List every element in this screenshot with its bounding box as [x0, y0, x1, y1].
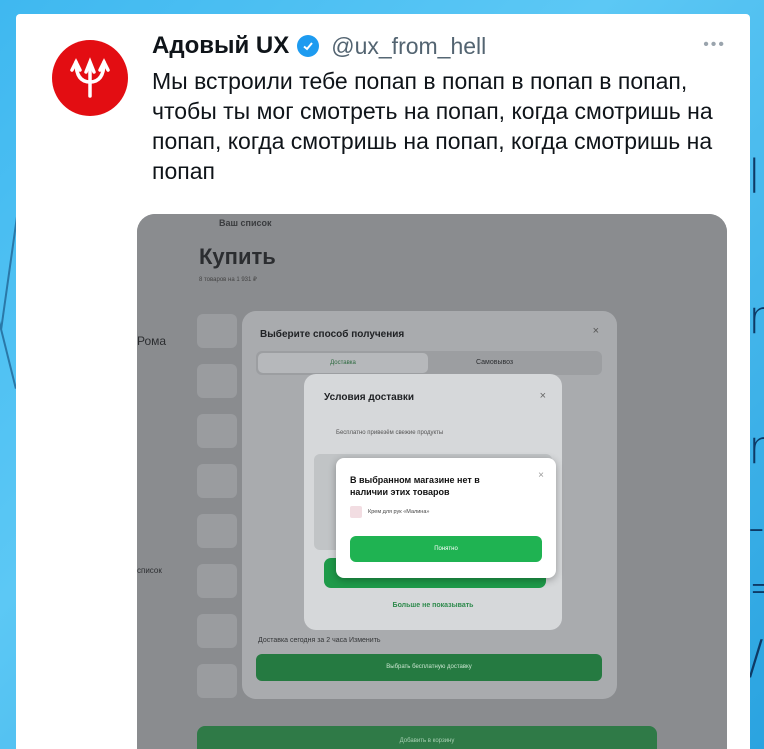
page-subtitle: 8 товаров на 1 931 ₽ — [199, 277, 257, 283]
background-glyph: = — [748, 560, 764, 614]
breadcrumb: Ваш список — [219, 218, 272, 228]
popup-title: Выберите способ получения — [260, 329, 405, 340]
tab-pickup[interactable]: Самовывоз — [476, 351, 513, 375]
background-glyph: - — [748, 500, 764, 554]
left-label: список — [137, 566, 162, 575]
tweet-header: Адовый UX @ux_from_hell — [152, 32, 486, 60]
add-to-cart-button[interactable]: Добавить в корзину — [197, 726, 657, 749]
ok-button[interactable]: Понятно — [350, 536, 542, 562]
choose-free-delivery-button[interactable]: Выбрать бесплатную доставку — [256, 654, 602, 681]
tweet-text: Мы встроили тебе попап в попап в попап в… — [152, 68, 713, 184]
trident-icon — [70, 57, 110, 98]
background-glyph: / — [748, 630, 764, 684]
product-thumb — [197, 614, 237, 648]
product-thumb — [197, 364, 237, 398]
delivery-info: Доставка сегодня за 2 часа Изменить — [258, 637, 381, 644]
product-thumb — [197, 564, 237, 598]
background-glyph: r — [748, 420, 764, 474]
avatar[interactable] — [52, 40, 128, 116]
verified-badge-icon — [297, 35, 320, 57]
attached-screenshot[interactable]: Ваш список Купить 8 товаров на 1 931 ₽ Р… — [137, 214, 727, 749]
close-icon[interactable]: × — [593, 325, 599, 337]
background-glyph: r — [748, 290, 764, 344]
author-handle[interactable]: @ux_from_hell — [331, 33, 486, 60]
tab-delivery[interactable]: Доставка — [258, 353, 428, 373]
product-thumb — [197, 414, 237, 448]
left-label: Рома — [137, 334, 167, 348]
tweet-card: Адовый UX @ux_from_hell ••• Мы встроили … — [16, 14, 750, 749]
info-text: Бесплатно привезём свежие продукты — [336, 430, 444, 436]
product-thumb — [350, 506, 362, 518]
product-thumb — [197, 314, 237, 348]
page-title: Купить — [199, 244, 276, 269]
delivery-tabs: Доставка Самовывоз — [256, 351, 602, 375]
product-item: Крем для рук «Малина» — [350, 506, 429, 518]
dont-show-again-link[interactable]: Больше не показывать — [304, 602, 562, 609]
product-name: Крем для рук «Малина» — [368, 509, 430, 515]
popup-title: Условия доставки — [324, 392, 415, 403]
product-thumb — [197, 464, 237, 498]
ellipsis-icon[interactable]: ••• — [703, 36, 726, 54]
popup-title: В выбранном магазине нет в наличии этих … — [350, 475, 480, 497]
out-of-stock-popup: В выбранном магазине нет в наличии этих … — [336, 458, 556, 578]
product-thumb — [197, 514, 237, 548]
close-icon[interactable]: × — [538, 470, 544, 481]
add-to-cart-label: Добавить в корзину — [399, 738, 455, 744]
author-name[interactable]: Адовый UX — [152, 32, 289, 60]
product-thumb — [197, 664, 237, 698]
close-icon[interactable]: × — [540, 390, 546, 402]
